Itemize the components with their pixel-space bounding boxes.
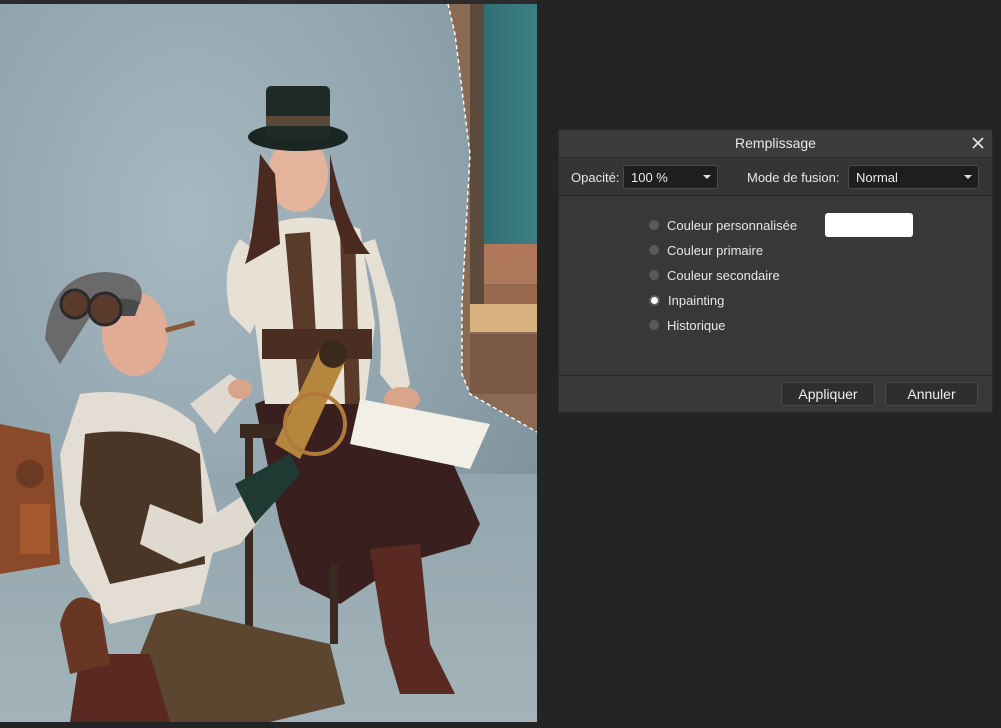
blend-mode-dropdown[interactable]: Normal (848, 165, 979, 189)
radio-button[interactable] (649, 245, 659, 255)
radio-button[interactable] (649, 220, 659, 230)
option-label: Inpainting (668, 292, 725, 308)
blend-mode-value: Normal (856, 170, 898, 185)
option-secondary-color[interactable]: Couleur secondaire (649, 265, 780, 285)
chevron-down-icon (703, 175, 711, 179)
dialog-header: Remplissage (559, 130, 992, 158)
option-history[interactable]: Historique (649, 315, 726, 335)
image-canvas[interactable] (0, 4, 537, 722)
apply-button[interactable]: Appliquer (781, 382, 875, 406)
option-primary-color[interactable]: Couleur primaire (649, 240, 763, 260)
opacity-dropdown[interactable]: 100 % (623, 165, 718, 189)
photo (0, 4, 537, 722)
chevron-down-icon (964, 175, 972, 179)
option-label: Couleur secondaire (667, 267, 780, 283)
dialog-title: Remplissage (735, 135, 816, 151)
close-button[interactable] (968, 133, 988, 153)
fill-options: Couleur personnalisée Couleur primaire C… (559, 196, 992, 376)
option-inpainting[interactable]: Inpainting (649, 290, 724, 310)
option-label: Couleur personnalisée (667, 217, 798, 233)
option-label: Couleur primaire (667, 242, 764, 258)
cancel-button[interactable]: Annuler (885, 382, 978, 406)
radio-button[interactable] (649, 320, 659, 330)
opacity-value: 100 % (631, 170, 668, 185)
close-icon (972, 137, 984, 149)
opacity-label: Opacité: (571, 170, 620, 185)
app-window: Remplissage Opacité: 100 % Mode de fusio… (0, 0, 1001, 728)
radio-button[interactable] (649, 270, 659, 280)
option-custom-color[interactable]: Couleur personnalisée (649, 215, 797, 235)
custom-color-swatch[interactable] (825, 213, 913, 237)
dialog-footer: Appliquer Annuler (559, 375, 992, 412)
blend-mode-label: Mode de fusion: (747, 170, 840, 185)
fill-dialog: Remplissage Opacité: 100 % Mode de fusio… (558, 129, 993, 413)
option-label: Historique (667, 317, 726, 333)
dialog-toolbar: Opacité: 100 % Mode de fusion: Normal (559, 158, 992, 196)
radio-button-checked[interactable] (649, 294, 660, 306)
